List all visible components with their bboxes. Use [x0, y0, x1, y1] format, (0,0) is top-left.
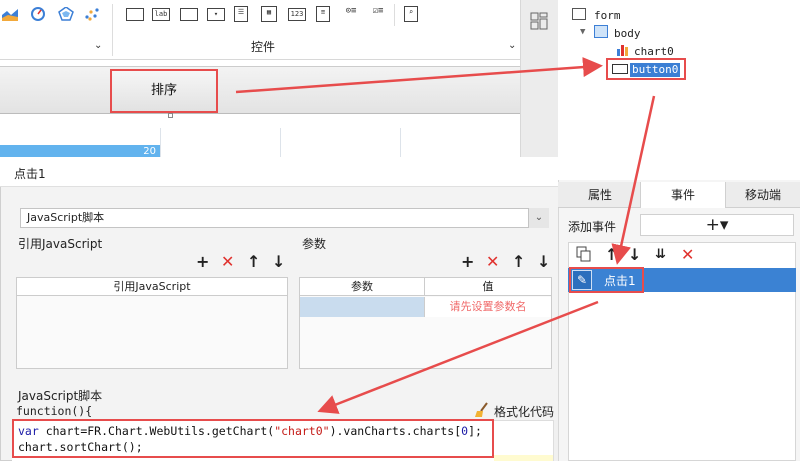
dialog-title: 点击1	[14, 167, 46, 181]
side-strip	[520, 0, 558, 180]
move-down-param-button[interactable]: ↓	[537, 254, 550, 270]
collapse-icon[interactable]: ▼	[580, 27, 585, 37]
label-icon[interactable]: lab	[152, 8, 170, 21]
layout-grid-icon[interactable]	[530, 12, 548, 30]
param-name-cell[interactable]	[300, 297, 425, 317]
tree-node-chart0[interactable]: chart0	[634, 45, 674, 58]
editor-highlight	[494, 455, 554, 461]
controls-group-label: 控件	[251, 40, 276, 54]
number-icon[interactable]: 123	[288, 8, 306, 21]
widget-tree-panel: form ▼ body	[558, 0, 800, 180]
ref-js-label: 引用JavaScript	[18, 237, 103, 251]
delete-ref-button[interactable]: ✕	[221, 254, 234, 270]
param-value-cell[interactable]: 请先设置参数名	[425, 297, 551, 317]
chart-icon	[616, 43, 630, 56]
move-bottom-event-button[interactable]: ⇊	[655, 247, 666, 263]
resize-handle[interactable]	[168, 113, 173, 118]
gauge-chart-icon[interactable]	[30, 7, 46, 21]
tab-properties[interactable]: 属性	[570, 182, 630, 208]
list-icon[interactable]: ≡	[316, 6, 330, 22]
move-up-param-button[interactable]: ↑	[512, 254, 525, 270]
tab-events[interactable]: 事件	[640, 182, 726, 208]
function-header: function(){	[16, 404, 93, 418]
script-type-select[interactable]: JavaScript脚本	[20, 208, 549, 228]
param-header-name: 参数	[300, 278, 425, 296]
add-event-label: 添加事件	[568, 220, 617, 234]
form-icon	[572, 8, 586, 20]
js-script-label: JavaScript脚本	[18, 389, 103, 403]
sort-button[interactable]: 排序	[110, 69, 218, 113]
ref-js-header: 引用JavaScript	[17, 278, 287, 296]
format-code-button[interactable]: 格式化代码	[494, 403, 554, 420]
add-param-button[interactable]: +	[461, 254, 474, 270]
input-icon[interactable]	[126, 8, 144, 21]
move-down-event-button[interactable]: ↓	[628, 247, 641, 263]
tree-node-form[interactable]: form	[594, 9, 621, 22]
scatter-chart-icon[interactable]	[84, 7, 100, 21]
radio-group-icon[interactable]: ⊙≡	[343, 6, 359, 22]
event-item-highlight	[569, 267, 644, 293]
add-ref-button[interactable]: +	[196, 254, 209, 270]
canvas-ruler	[0, 66, 520, 114]
button-icon	[612, 64, 628, 74]
param-header-value: 值	[425, 278, 551, 296]
delete-event-button[interactable]: ✕	[681, 247, 694, 263]
checkbox-list-icon[interactable]: ☰	[234, 6, 248, 22]
copy-icon[interactable]	[576, 246, 592, 262]
date-icon[interactable]: ▦	[261, 6, 277, 22]
grid-line	[160, 128, 161, 158]
area-chart-icon[interactable]	[2, 7, 18, 21]
move-up-event-button[interactable]: ↑	[605, 247, 618, 263]
tree-node-body[interactable]: body	[614, 27, 641, 40]
code-highlight-box	[12, 419, 494, 458]
chevron-down-icon[interactable]: ⌄	[94, 40, 102, 51]
chevron-down-icon[interactable]: ⌄	[528, 208, 549, 228]
toolbar-divider-small	[394, 4, 395, 26]
textarea-icon[interactable]	[180, 8, 198, 21]
broom-icon[interactable]	[474, 402, 490, 418]
toolbar: ⌄ lab ▾ ☰ ▦ 123 ≡ ⊙≡ ☑≡ ⌕ 控件 ⌄	[0, 0, 520, 60]
chevron-down-icon[interactable]: ⌄	[508, 40, 516, 51]
body-icon	[594, 25, 608, 38]
dialog-title-bar	[0, 157, 570, 187]
toolbar-divider	[112, 4, 113, 56]
tab-mobile[interactable]: 移动端	[730, 182, 796, 208]
grid-line	[280, 128, 281, 158]
radar-chart-icon[interactable]	[58, 6, 74, 21]
checkbox-group-icon[interactable]: ☑≡	[370, 6, 386, 22]
params-label: 参数	[302, 237, 327, 251]
add-event-button[interactable]: +▾	[640, 214, 794, 236]
grid-line	[400, 128, 401, 158]
tree-node-button0[interactable]: button0	[630, 63, 680, 77]
move-down-ref-button[interactable]: ↓	[272, 254, 285, 270]
move-up-ref-button[interactable]: ↑	[247, 254, 260, 270]
delete-param-button[interactable]: ✕	[486, 254, 499, 270]
search-icon[interactable]: ⌕	[404, 6, 418, 22]
dropdown-icon[interactable]: ▾	[207, 8, 225, 21]
